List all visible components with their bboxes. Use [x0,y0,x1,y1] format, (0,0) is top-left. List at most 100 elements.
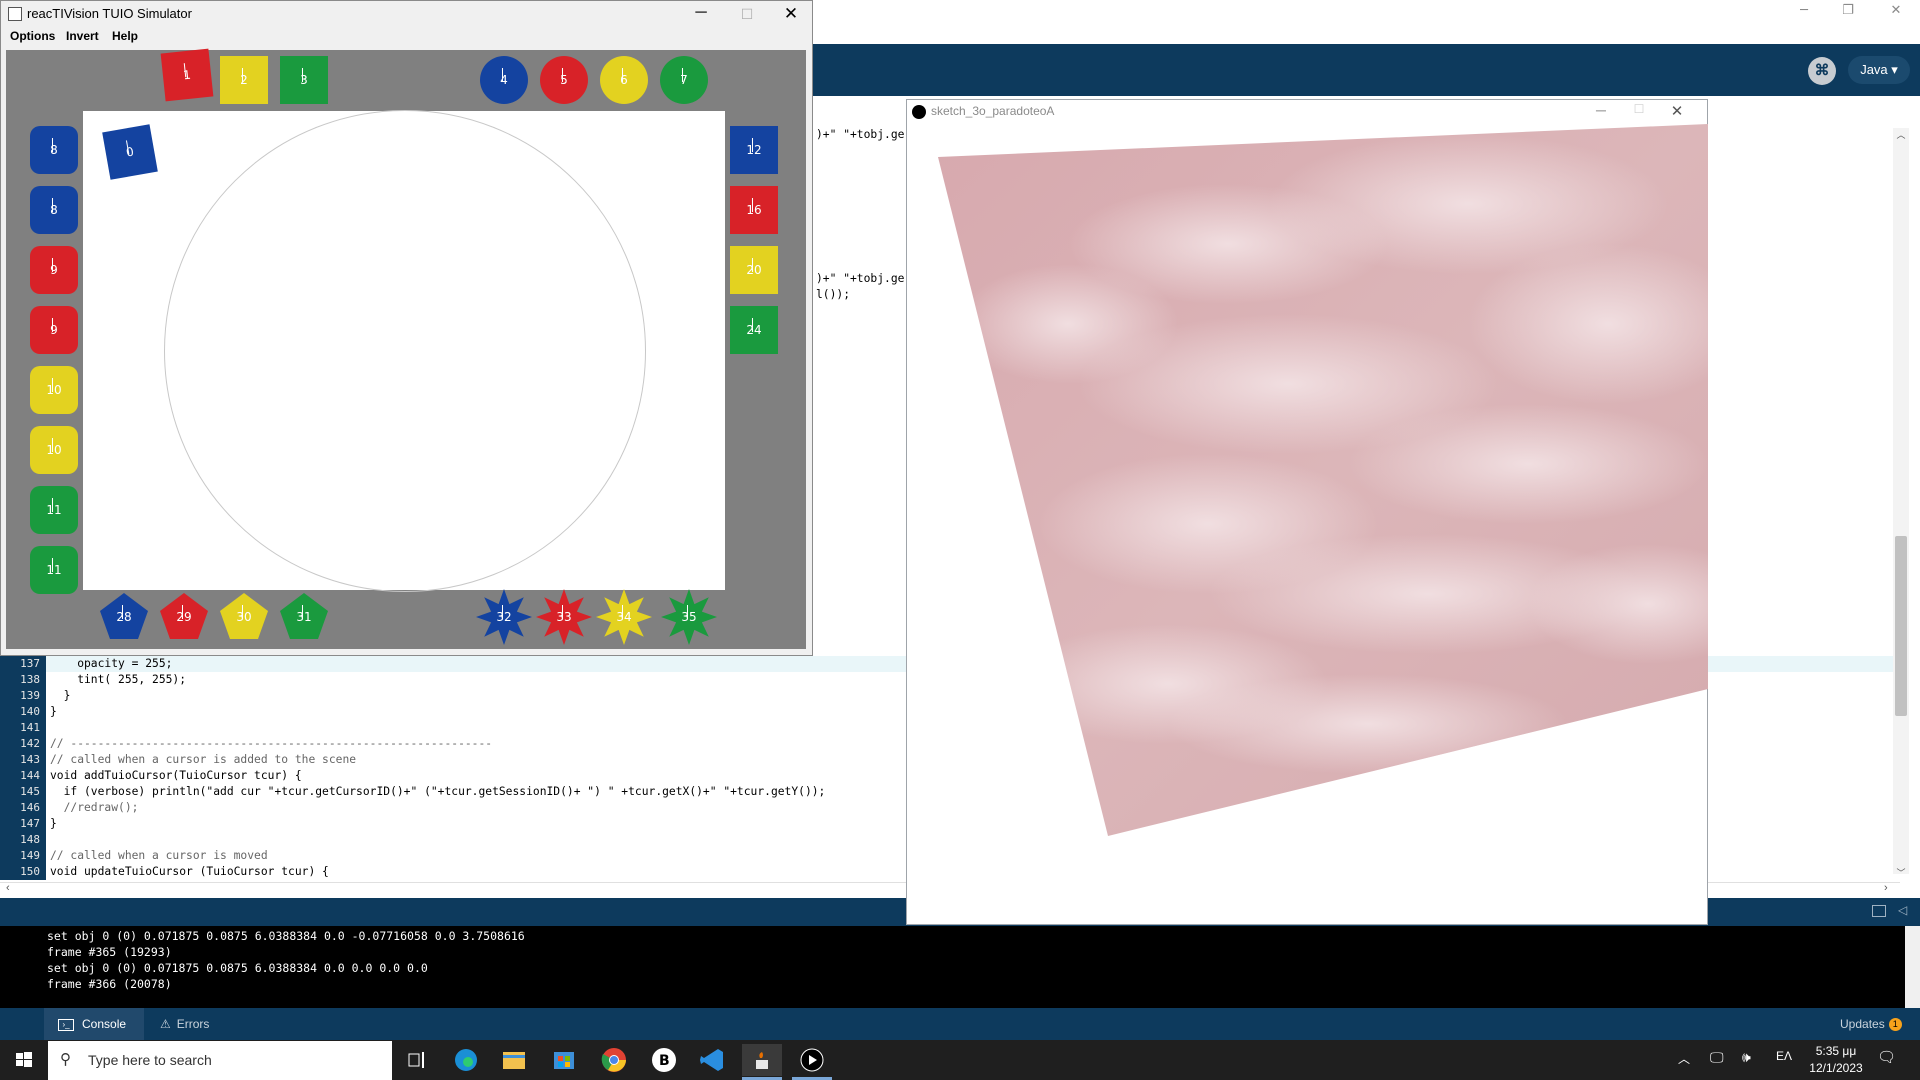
tab-console[interactable]: ›_ Console [44,1008,144,1040]
fiducial-star-32[interactable]: 32 [476,589,532,645]
chevron-up-icon[interactable]: ︿ [1678,1050,1690,1067]
network-icon[interactable]: 🖵 [1710,1049,1724,1066]
fiducial-circle-7[interactable]: 7 [660,56,708,104]
console-scrollbar[interactable] [1905,926,1920,1008]
fiducial-square-3[interactable]: 3 [280,56,328,104]
fiducial-square-24[interactable]: 24 [730,306,778,354]
fiducial-square-20[interactable]: 20 [730,246,778,294]
menu-invert[interactable]: Invert [66,29,99,43]
editor-scroll-thumb[interactable] [1895,536,1907,716]
menu-help[interactable]: Help [112,29,138,43]
fiducial-pentagon-29[interactable]: 29 [160,593,208,641]
fiducial-square-2[interactable]: 2 [220,56,268,104]
fiducial-star-33[interactable]: 33 [536,589,592,645]
chrome-icon[interactable] [594,1044,634,1076]
file-explorer-icon[interactable] [494,1044,534,1076]
search-icon: ⚲ [60,1051,71,1068]
tuio-close-button[interactable]: ✕ [771,3,811,25]
sketch-minimize-button[interactable]: ─ [1583,102,1619,122]
line-number: 144 [20,769,40,782]
input-language[interactable]: EΛ [1776,1049,1792,1063]
fiducial-square-1[interactable]: 1 [160,48,214,102]
notification-icon[interactable]: 🗨 [1877,1048,1896,1066]
fiducial-rounded-8[interactable]: 8 [30,186,78,234]
start-button[interactable] [0,1040,46,1080]
vscode-icon[interactable] [692,1044,732,1076]
scroll-down-arrow-icon[interactable]: ﹀ [1895,866,1907,879]
fiducial-id-label: 3 [300,73,308,87]
tab-errors[interactable]: ⚠ Errors [150,1008,240,1040]
scroll-right-arrow-icon[interactable]: › [1884,882,1888,894]
ide-footer [0,1008,1920,1040]
fiducial-rounded-9[interactable]: 9 [30,246,78,294]
fiducial-rounded-10[interactable]: 10 [30,426,78,474]
fiducial-id-label: 6 [620,73,628,87]
ide-close-button[interactable]: ✕ [1876,0,1916,22]
menu-options[interactable]: Options [10,29,55,43]
fiducial-star-34[interactable]: 34 [596,589,652,645]
code-fragment: )+" "+tobj.ge [816,128,905,141]
java-app-taskbar-icon[interactable] [742,1044,782,1076]
fiducial-rounded-11[interactable]: 11 [30,486,78,534]
sketch-maximize-button[interactable]: ☐ [1621,102,1657,122]
ide-restore-button[interactable]: ❐ [1828,0,1868,22]
edge-browser-icon[interactable] [446,1044,486,1076]
beatpoint-app-icon[interactable]: B [644,1044,684,1076]
debugger-icon[interactable]: ⌘ [1808,57,1836,85]
fiducial-circle-6[interactable]: 6 [600,56,648,104]
updates-count-badge: 1 [1888,1018,1902,1032]
fiducial-rounded-11[interactable]: 11 [30,546,78,594]
fiducial-id-label: 28 [116,610,132,624]
fiducial-star-35[interactable]: 35 [661,589,717,645]
table-circle [164,110,646,592]
fiducial-square-12[interactable]: 12 [730,126,778,174]
code-line: opacity = 255; [50,657,173,670]
fiducial-rounded-8[interactable]: 8 [30,126,78,174]
fiducial-circle-4[interactable]: 4 [480,56,528,104]
scroll-left-arrow-icon[interactable]: ‹ [6,882,10,894]
scroll-up-arrow-icon[interactable]: ︿ [1895,128,1907,141]
sketch-canvas[interactable] [908,124,1708,924]
updates-indicator[interactable]: Updates 1 [1840,1008,1920,1040]
ide-minimize-button[interactable]: ─ [1784,0,1824,22]
fiducial-pentagon-31[interactable]: 31 [280,593,328,641]
volume-icon[interactable]: 🕪 [1742,1049,1751,1066]
fiducial-id-label: 32 [496,610,512,624]
line-number: 138 [20,673,40,686]
sketch-close-button[interactable]: ✕ [1659,102,1695,122]
tuio-minimize-button[interactable]: ─ [681,3,721,25]
line-number: 147 [20,817,40,830]
tuio-maximize-button[interactable]: ☐ [727,3,767,25]
fiducial-pentagon-30[interactable]: 30 [220,593,268,641]
tuio-window-title: reacTIVision TUIO Simulator [27,6,192,21]
task-view-icon[interactable] [396,1044,436,1076]
clock-date[interactable]: 12/1/2023 [1808,1061,1864,1075]
editor-vertical-scrollbar[interactable] [1893,128,1909,874]
fiducial-square-0[interactable]: 0 [102,124,158,180]
console-collapse-icon[interactable]: ◁ [1898,903,1907,917]
line-number: 149 [20,849,40,862]
microsoft-store-icon[interactable] [544,1044,584,1076]
code-line: //redraw(); [50,801,139,814]
console-copy-icon[interactable] [1872,905,1886,917]
line-number: 137 [20,657,40,670]
mode-selector[interactable]: Java ▾ [1848,56,1910,84]
fiducial-pentagon-28[interactable]: 28 [100,593,148,641]
fiducial-rounded-10[interactable]: 10 [30,366,78,414]
svg-text:B: B [659,1053,670,1069]
code-line: // called when a cursor is added to the … [50,753,357,766]
console-line: set obj 0 (0) 0.071875 0.0875 6.0388384 … [47,929,525,943]
fiducial-circle-5[interactable]: 5 [540,56,588,104]
tab-console-label: Console [82,1017,127,1031]
processing-sketch-taskbar-icon[interactable] [792,1044,832,1076]
clock-time[interactable]: 5:35 μμ [1810,1044,1862,1058]
fiducial-id-label: 20 [746,263,762,277]
fiducial-rounded-9[interactable]: 9 [30,306,78,354]
java-app-icon [8,7,22,21]
search-placeholder: Type here to search [88,1052,212,1068]
line-number: 143 [20,753,40,766]
fiducial-id-label: 30 [236,610,252,624]
console-line: set obj 0 (0) 0.071875 0.0875 6.0388384 … [47,961,428,975]
fiducial-square-16[interactable]: 16 [730,186,778,234]
fiducial-id-label: 34 [616,610,632,624]
